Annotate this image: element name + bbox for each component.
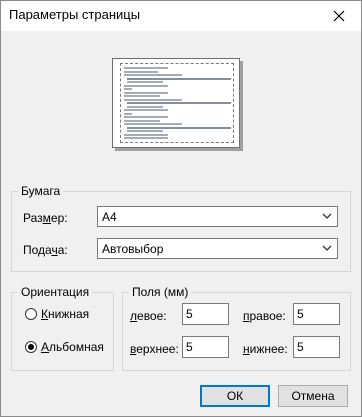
preview-text-line — [127, 130, 163, 132]
margins-group-legend: Поля (мм) — [132, 285, 189, 299]
chevron-down-icon — [322, 213, 332, 219]
margin-top-label: верхнее: — [130, 342, 179, 356]
preview-text-line — [124, 123, 182, 125]
margin-top-input[interactable]: 5 — [182, 336, 229, 358]
preview-text-line — [124, 67, 168, 69]
landscape-radio-label: Альбомная — [41, 340, 104, 354]
preview-text-line — [124, 116, 168, 118]
preview-text-line — [124, 119, 160, 122]
preview-text-line — [124, 74, 182, 76]
portrait-radio[interactable]: Книжная — [25, 307, 89, 321]
preview-text-line — [124, 109, 168, 111]
preview-text-line — [127, 102, 231, 104]
preview-text-line — [124, 112, 132, 115]
portrait-radio-label: Книжная — [41, 307, 90, 321]
page-preview — [112, 58, 240, 148]
preview-text-line — [124, 95, 160, 97]
landscape-radio[interactable]: Альбомная — [25, 340, 104, 354]
paper-source-select[interactable]: Автовыбор — [97, 238, 338, 259]
orientation-group-legend: Ориентация — [21, 285, 90, 299]
close-icon — [333, 10, 345, 22]
margin-right-label: правое: — [243, 309, 286, 323]
preview-text-line — [124, 88, 132, 90]
title-bar: Параметры страницы — [1, 1, 361, 31]
dialog-title: Параметры страницы — [9, 7, 141, 22]
page-setup-dialog: Параметры страницы Бумага Размер: A4 Под… — [0, 0, 362, 417]
chevron-down-icon — [322, 245, 332, 251]
preview-text-line — [127, 81, 163, 83]
preview-text-line — [124, 91, 168, 94]
paper-size-select[interactable]: A4 — [97, 206, 338, 227]
preview-text-line — [127, 77, 231, 80]
page-preview-content — [120, 63, 234, 143]
portrait-radio-dot[interactable] — [25, 308, 37, 320]
margins-group: Поля (мм) — [122, 285, 351, 371]
ok-button[interactable]: ОК — [200, 385, 270, 407]
preview-text-line — [124, 133, 168, 136]
preview-text-line — [124, 70, 158, 73]
paper-source-label: Подача: — [23, 243, 68, 257]
paper-group-legend: Бумага — [21, 184, 61, 198]
preview-text-line — [127, 126, 231, 129]
preview-text-line — [127, 105, 163, 108]
paper-size-value: A4 — [102, 210, 117, 224]
preview-text-line — [124, 84, 168, 87]
margin-right-input[interactable]: 5 — [293, 303, 340, 325]
paper-source-value: Автовыбор — [102, 242, 164, 256]
orientation-group: Ориентация — [11, 285, 114, 371]
paper-size-label: Размер: — [23, 211, 68, 225]
close-button[interactable] — [317, 1, 361, 31]
margin-bottom-input[interactable]: 5 — [293, 336, 340, 358]
landscape-radio-dot[interactable] — [25, 341, 37, 353]
margin-left-label: левое: — [130, 309, 167, 323]
margin-left-input[interactable]: 5 — [182, 303, 229, 325]
margin-bottom-label: нижнее: — [243, 342, 288, 356]
cancel-button[interactable]: Отмена — [278, 385, 348, 407]
preview-text-line — [124, 137, 168, 139]
preview-text-line — [124, 98, 182, 101]
